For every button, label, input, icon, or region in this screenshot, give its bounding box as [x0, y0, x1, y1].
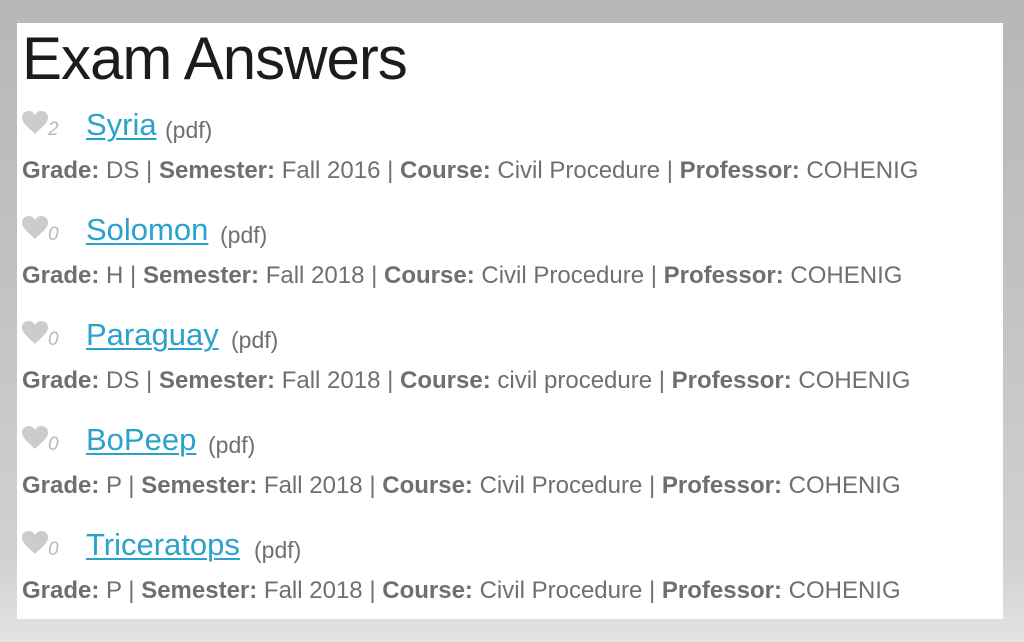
course-label: Course: — [400, 157, 491, 184]
grade-value: H — [106, 262, 124, 289]
file-type-label: (pdf) — [231, 327, 279, 353]
grade-value: DS — [106, 157, 140, 184]
course-label: Course: — [400, 367, 491, 394]
professor-value: COHENIG — [798, 367, 911, 394]
semester-value: Fall 2018 — [281, 367, 381, 394]
course-value: Civil Procedure — [481, 262, 645, 289]
professor-value: COHENIG — [806, 157, 919, 184]
course-value: Civil Procedure — [479, 577, 643, 604]
separator: | — [130, 262, 137, 289]
exam-meta: Grade: DS | Semester: Fall 2018 | Course… — [22, 367, 910, 395]
semester-label: Semester: — [142, 262, 260, 289]
exam-link[interactable]: Solomon — [86, 212, 208, 248]
semester-label: Semester: — [141, 577, 258, 604]
exam-entry: 0 BoPeep (pdf) Grade: P | Semester: Fall… — [22, 420, 1002, 520]
exam-meta: Grade: P | Semester: Fall 2018 | Course:… — [22, 577, 901, 605]
separator: | — [146, 157, 153, 184]
heart-icon[interactable] — [22, 531, 48, 555]
grade-label: Grade: — [22, 157, 100, 184]
separator: | — [649, 577, 656, 604]
exam-entry: 2 Syria (pdf) Grade: DS | Semester: Fall… — [22, 105, 1002, 205]
separator: | — [387, 157, 394, 184]
heart-icon[interactable] — [22, 216, 48, 240]
file-type-label: (pdf) — [220, 222, 268, 248]
exam-name[interactable]: Syria — [86, 107, 157, 142]
semester-value: Fall 2018 — [263, 577, 363, 604]
exam-name[interactable]: Triceratops — [86, 527, 240, 562]
semester-label: Semester: — [158, 367, 276, 394]
semester-value: Fall 2018 — [265, 262, 365, 289]
exam-link[interactable]: Syria — [86, 107, 157, 143]
grade-label: Grade: — [22, 367, 100, 394]
semester-value: Fall 2016 — [281, 157, 381, 184]
like-count: 0 — [48, 434, 59, 455]
separator: | — [128, 577, 135, 604]
exam-link[interactable]: Paraguay — [86, 317, 219, 353]
course-value: Civil Procedure — [479, 472, 643, 499]
professor-label: Professor: — [671, 367, 792, 394]
like-count: 0 — [48, 539, 59, 560]
separator: | — [650, 262, 657, 289]
course-label: Course: — [382, 472, 473, 499]
separator: | — [146, 367, 153, 394]
page-title: Exam Answers — [22, 25, 408, 92]
file-type-label: (pdf) — [254, 537, 302, 563]
grade-value: DS — [106, 367, 140, 394]
course-label: Course: — [384, 262, 475, 289]
exam-meta: Grade: DS | Semester: Fall 2016 | Course… — [22, 157, 918, 185]
heart-icon[interactable] — [22, 321, 48, 345]
separator: | — [369, 472, 376, 499]
like-count: 2 — [48, 119, 59, 140]
exam-answers-panel: Exam Answers 2 Syria (pdf) Grade: DS | S… — [17, 23, 1003, 619]
separator: | — [658, 367, 665, 394]
semester-label: Semester: — [158, 157, 276, 184]
like-count: 0 — [48, 224, 59, 245]
exam-name[interactable]: BoPeep — [86, 422, 196, 457]
exam-entry: 0 Paraguay (pdf) Grade: DS | Semester: F… — [22, 315, 1002, 415]
grade-label: Grade: — [22, 472, 100, 499]
like-count: 0 — [48, 329, 59, 350]
professor-label: Professor: — [661, 577, 782, 604]
file-type-label: (pdf) — [208, 432, 256, 458]
exam-entry: 0 Triceratops (pdf) Grade: P | Semester:… — [22, 525, 1002, 619]
grade-label: Grade: — [22, 577, 100, 604]
exam-meta: Grade: P | Semester: Fall 2018 | Course:… — [22, 472, 901, 500]
separator: | — [371, 262, 378, 289]
exam-name[interactable]: Solomon — [86, 212, 208, 247]
file-type-label: (pdf) — [165, 117, 213, 143]
grade-label: Grade: — [22, 262, 100, 289]
separator: | — [369, 577, 376, 604]
semester-label: Semester: — [141, 472, 258, 499]
professor-label: Professor: — [661, 472, 782, 499]
heart-icon[interactable] — [22, 426, 48, 450]
exam-link[interactable]: Triceratops — [86, 527, 240, 563]
separator: | — [128, 472, 135, 499]
exam-name[interactable]: Paraguay — [86, 317, 219, 352]
semester-value: Fall 2018 — [263, 472, 363, 499]
exam-entry: 0 Solomon (pdf) Grade: H | Semester: Fal… — [22, 210, 1002, 310]
heart-icon[interactable] — [22, 111, 48, 135]
exam-meta: Grade: H | Semester: Fall 2018 | Course:… — [22, 262, 902, 290]
course-value: Civil Procedure — [497, 157, 661, 184]
professor-label: Professor: — [663, 262, 784, 289]
separator: | — [387, 367, 394, 394]
separator: | — [649, 472, 656, 499]
exam-link[interactable]: BoPeep — [86, 422, 196, 458]
grade-value: P — [106, 472, 122, 499]
professor-label: Professor: — [679, 157, 800, 184]
professor-value: COHENIG — [788, 472, 901, 499]
professor-value: COHENIG — [790, 262, 903, 289]
course-label: Course: — [382, 577, 473, 604]
grade-value: P — [106, 577, 122, 604]
course-value: civil procedure — [497, 367, 653, 394]
separator: | — [666, 157, 673, 184]
professor-value: COHENIG — [788, 577, 901, 604]
